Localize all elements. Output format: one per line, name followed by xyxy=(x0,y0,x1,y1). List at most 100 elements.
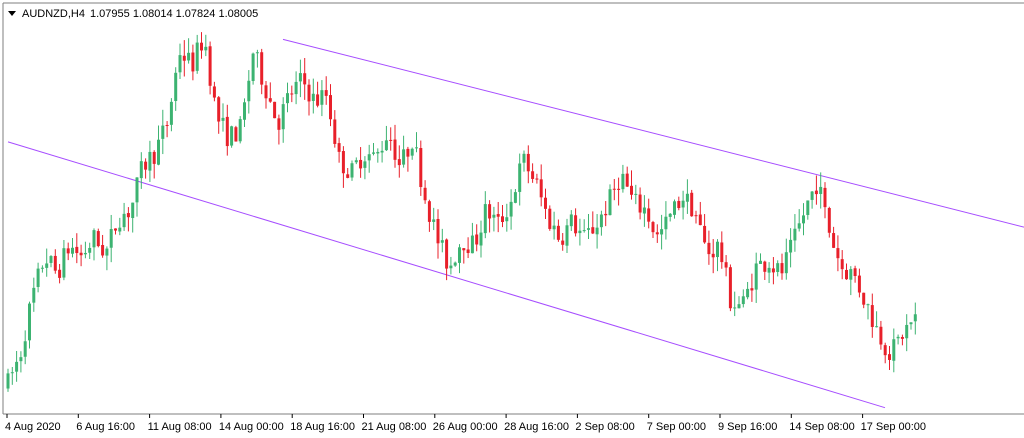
candle xyxy=(71,238,74,258)
candle-body xyxy=(195,42,199,71)
candle-body xyxy=(152,151,156,164)
candle-body xyxy=(780,263,784,274)
candle xyxy=(139,152,143,189)
candle-body xyxy=(720,242,724,263)
candle xyxy=(896,334,900,345)
candle xyxy=(578,218,582,246)
candle xyxy=(122,202,126,231)
candle xyxy=(105,246,109,271)
candle-body xyxy=(681,200,685,208)
price-chart[interactable]: 4 Aug 2020 6 Aug 16:00 11 Aug 08:00 14 Aug … xyxy=(0,0,1024,438)
candle-body xyxy=(604,213,608,216)
candle-body xyxy=(866,304,870,306)
time-tick-label: 4 Aug 2020 xyxy=(5,421,61,433)
candle-body xyxy=(350,163,354,178)
candle-body xyxy=(913,314,917,322)
candle-body xyxy=(238,119,242,142)
candle-body xyxy=(565,225,569,246)
candle-body xyxy=(642,207,646,214)
candle-body xyxy=(905,324,909,339)
candle xyxy=(169,98,173,132)
candle-body xyxy=(402,149,406,165)
candle xyxy=(333,110,337,148)
candle-body xyxy=(453,262,457,266)
candle-body xyxy=(131,202,135,219)
candle xyxy=(402,135,406,168)
candle xyxy=(6,368,10,392)
candle xyxy=(591,211,595,235)
candle xyxy=(539,164,543,207)
candle xyxy=(870,293,874,338)
candle xyxy=(617,177,621,206)
candle xyxy=(286,82,289,113)
candle xyxy=(212,81,216,102)
candle xyxy=(582,219,586,233)
candle xyxy=(458,244,461,274)
time-tick-label: 6 Aug 16:00 xyxy=(76,421,135,433)
candle-body xyxy=(501,216,504,222)
candle xyxy=(135,177,139,217)
candle-body xyxy=(316,94,320,106)
candle-body xyxy=(475,234,479,245)
candle-body xyxy=(621,173,625,190)
candle-body xyxy=(827,208,831,233)
candle-body xyxy=(118,227,122,232)
candle-body xyxy=(526,153,530,172)
candle xyxy=(552,211,556,240)
candle xyxy=(341,146,345,188)
candle xyxy=(909,322,913,330)
channel-upper-line[interactable] xyxy=(282,38,1024,228)
candle-body xyxy=(836,248,840,259)
candle-body xyxy=(578,230,582,234)
candle xyxy=(66,242,70,261)
candle-body xyxy=(384,140,388,151)
candle xyxy=(522,150,526,172)
dropdown-triangle-icon[interactable] xyxy=(8,11,16,16)
time-tick-label: 14 Sep 08:00 xyxy=(789,421,854,433)
time-tick-label: 14 Aug 00:00 xyxy=(219,421,284,433)
candle xyxy=(359,147,363,178)
time-tick-label: 26 Aug 00:00 xyxy=(433,421,498,433)
candle-body xyxy=(556,225,560,240)
candle-body xyxy=(79,252,83,256)
candle-body xyxy=(410,148,414,156)
chart-window[interactable]: 4 Aug 2020 6 Aug 16:00 11 Aug 08:00 14 Aug … xyxy=(0,0,1024,438)
candle xyxy=(462,248,466,264)
candle-body xyxy=(797,223,801,229)
candle-body xyxy=(354,160,358,163)
candle xyxy=(281,97,285,143)
candle-body xyxy=(200,42,203,51)
candle-body xyxy=(66,248,70,254)
candle xyxy=(157,125,160,166)
candle xyxy=(492,206,496,232)
candle-body xyxy=(62,248,66,278)
candle xyxy=(354,157,358,165)
candle xyxy=(780,253,784,280)
candle-body xyxy=(260,52,264,85)
candle-body xyxy=(703,225,707,243)
candle-body xyxy=(36,268,40,287)
channel-lines[interactable] xyxy=(7,38,1024,409)
candle-body xyxy=(45,263,49,268)
time-tick-label: 7 Sep 00:00 xyxy=(647,421,706,433)
candle-body xyxy=(329,95,332,120)
candle-body xyxy=(698,214,702,226)
candle xyxy=(372,142,375,156)
candle xyxy=(535,173,539,184)
symbol-timeframe: AUDNZD,H4 xyxy=(22,8,85,20)
time-tick-label: 11 Aug 08:00 xyxy=(148,421,212,433)
candle xyxy=(294,71,298,105)
candle-body xyxy=(660,229,664,235)
candle xyxy=(810,191,814,209)
candle xyxy=(88,242,92,259)
candle-body xyxy=(320,90,324,105)
candle xyxy=(311,78,315,114)
candle-body xyxy=(247,80,251,102)
candle-body xyxy=(685,193,689,202)
candle-body xyxy=(535,178,539,180)
candle-body xyxy=(737,304,741,309)
chart-header: AUDNZD,H4 1.07955 1.08014 1.07824 1.0800… xyxy=(8,8,258,20)
candle-body xyxy=(849,269,853,280)
candle xyxy=(251,52,255,85)
candle-body xyxy=(40,267,44,269)
